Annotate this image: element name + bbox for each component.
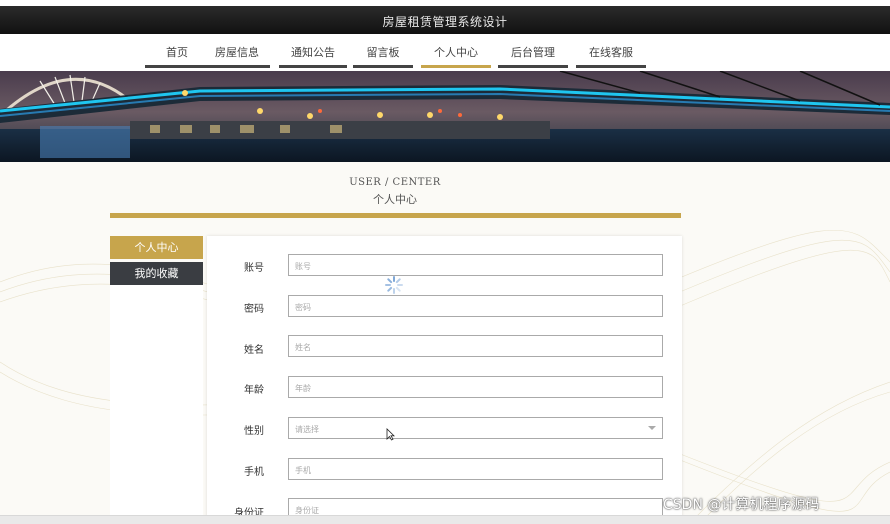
phone-input[interactable]: 手机	[288, 458, 663, 480]
nav-item-message-board[interactable]: 留言板	[353, 44, 413, 68]
nav-item-home[interactable]: 首页	[145, 44, 209, 68]
loading-spinner-icon	[385, 276, 403, 294]
section-divider	[110, 213, 681, 218]
password-input[interactable]: 密码	[288, 295, 663, 317]
watermark-text: CSDN @计算机程序源码	[663, 497, 820, 513]
field-label-password: 密码	[244, 304, 264, 315]
section-title-cn: 个人中心	[373, 193, 417, 206]
chevron-down-icon	[648, 426, 656, 430]
section-title-en: USER / CENTER	[349, 177, 441, 188]
name-input[interactable]: 姓名	[288, 335, 663, 357]
app-title: 房屋租赁管理系统设计	[382, 15, 508, 29]
nav-item-online-service[interactable]: 在线客服	[576, 44, 646, 68]
gender-select-value: 请选择	[295, 425, 319, 434]
account-input[interactable]: 账号	[288, 254, 663, 276]
nav-item-user-center[interactable]: 个人中心	[421, 44, 491, 68]
gender-select[interactable]: 请选择	[288, 417, 663, 439]
sidebar-item-favorites[interactable]: 我的收藏	[110, 262, 203, 285]
field-label-gender: 性别	[244, 426, 264, 437]
bridge-illustration	[0, 71, 890, 162]
field-label-phone: 手机	[244, 467, 264, 478]
mouse-cursor-icon	[386, 428, 395, 441]
nav-item-house-info[interactable]: 房屋信息	[204, 44, 270, 68]
top-header: 房屋租赁管理系统设计	[0, 0, 890, 34]
banner-image	[0, 71, 890, 162]
nav-item-admin[interactable]: 后台管理	[498, 44, 568, 68]
sidebar-panel	[110, 285, 203, 523]
field-label-name: 姓名	[244, 345, 264, 356]
nav-item-notices[interactable]: 通知公告	[279, 44, 347, 68]
main-nav: 首页 房屋信息 通知公告 留言板 个人中心 后台管理 在线客服	[0, 34, 890, 70]
age-input[interactable]: 年龄	[288, 376, 663, 398]
field-label-age: 年龄	[244, 385, 264, 396]
field-label-account: 账号	[244, 263, 264, 274]
sidebar-item-user-center[interactable]: 个人中心	[110, 236, 203, 259]
